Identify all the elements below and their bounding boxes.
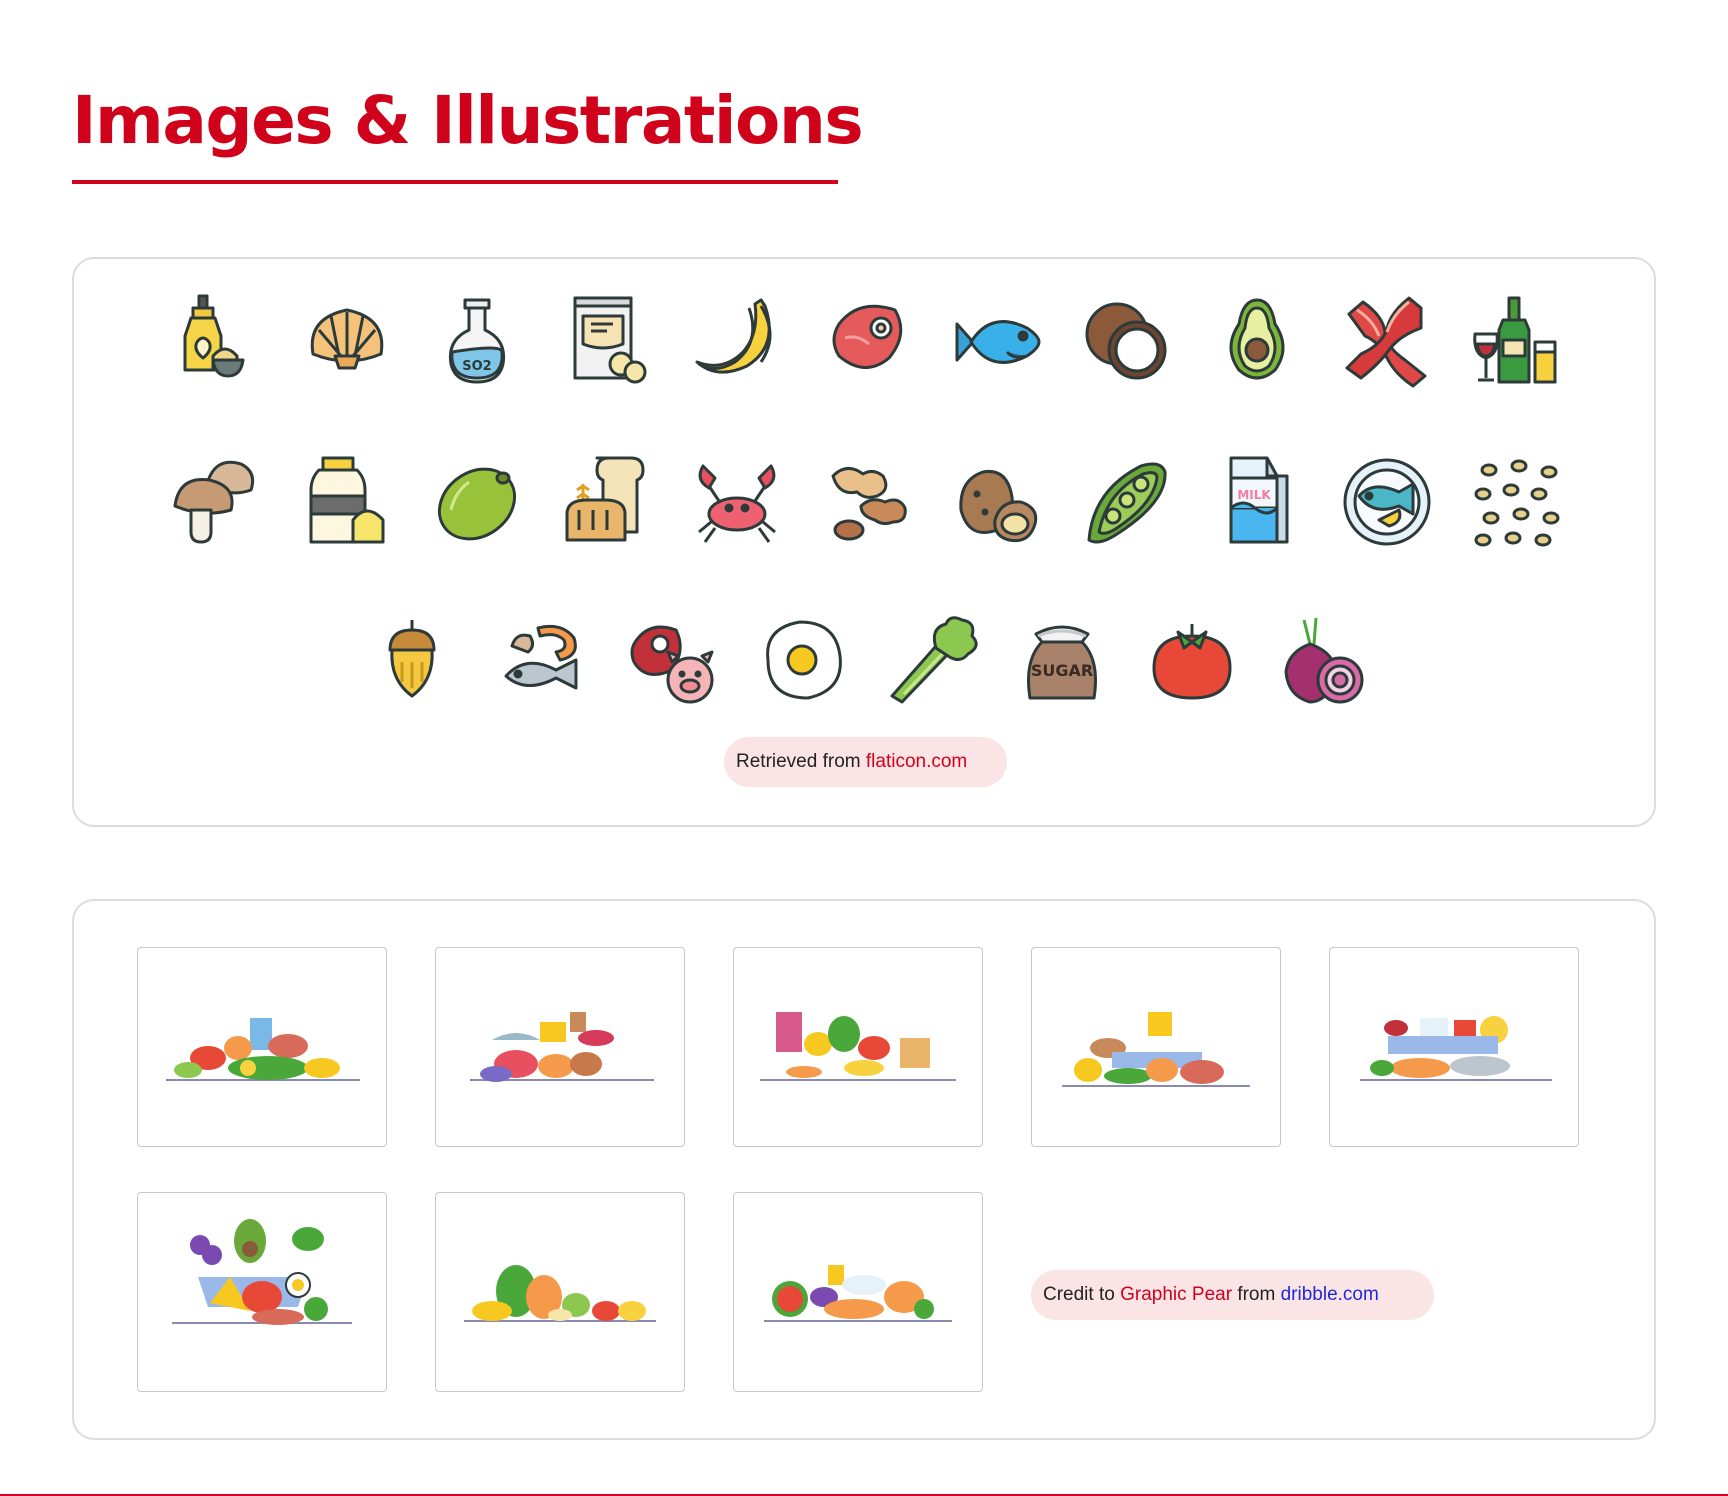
seeds-icon [1469, 454, 1565, 550]
fried-egg-icon [754, 614, 850, 710]
credit-middle: from [1232, 1284, 1281, 1305]
milk-bottle-icon [299, 454, 395, 550]
olive-icon [429, 454, 525, 550]
flaticon-link[interactable]: flaticon.com [866, 751, 967, 772]
peanut-icon [819, 454, 915, 550]
title-underline [72, 180, 838, 184]
sulphite-flask-icon: SO2 [429, 294, 525, 390]
acorn-icon [364, 614, 460, 710]
illustration-thumbnail-3[interactable] [733, 947, 983, 1147]
shell-icon [299, 294, 395, 390]
illustration-thumbnail-4[interactable] [1031, 947, 1281, 1147]
mushroom-icon [169, 454, 265, 550]
celery-icon [884, 614, 980, 710]
coconut-icon [1079, 294, 1175, 390]
illustrations-panel: Credit to Graphic Pear from dribble.com [72, 899, 1656, 1440]
illustration-thumbnail-5[interactable] [1329, 947, 1579, 1147]
illustration-thumbnail-2[interactable] [435, 947, 685, 1147]
bacon-icon [1339, 294, 1435, 390]
sugar-label: SUGAR [1031, 661, 1093, 680]
crab-icon [689, 454, 785, 550]
onion-icon [1274, 614, 1370, 710]
graphic-pear-link[interactable]: Graphic Pear [1120, 1284, 1232, 1305]
shrimp-fish-icon [494, 614, 590, 710]
avocado-icon [1209, 294, 1305, 390]
illustration-thumbnail-1[interactable] [137, 947, 387, 1147]
icons-panel: SO2 MILK SUGAR Retrieved from flaticon.c… [72, 257, 1656, 827]
fish-icon [949, 294, 1045, 390]
flaticon-credit: Retrieved from flaticon.com [724, 737, 1007, 787]
credit-prefix: Credit to [1043, 1284, 1121, 1305]
so2-label: SO2 [462, 359, 491, 374]
banana-icon [689, 294, 785, 390]
flour-bag-icon [559, 294, 655, 390]
sugar-sack-icon: SUGAR [1014, 614, 1110, 710]
milk-carton-icon: MILK [1209, 454, 1305, 550]
steak-icon [819, 294, 915, 390]
credit-prefix: Retrieved from [736, 751, 866, 772]
milk-label: MILK [1237, 488, 1271, 502]
fish-plate-icon [1339, 454, 1435, 550]
mustard-mayo-icon [169, 294, 265, 390]
dribble-link[interactable]: dribble.com [1281, 1284, 1379, 1305]
pork-icon [624, 614, 720, 710]
dribbble-credit: Credit to Graphic Pear from dribble.com [1031, 1270, 1434, 1320]
wine-bottle-icon [1469, 294, 1565, 390]
illustration-thumbnail-8[interactable] [733, 1192, 983, 1392]
tomato-icon [1144, 614, 1240, 710]
potato-icon [949, 454, 1045, 550]
illustration-thumbnail-6[interactable] [137, 1192, 387, 1392]
page-title: Images & Illustrations [72, 82, 864, 159]
illustration-thumbnail-7[interactable] [435, 1192, 685, 1392]
bread-icon [559, 454, 655, 550]
pea-pod-icon [1079, 454, 1175, 550]
